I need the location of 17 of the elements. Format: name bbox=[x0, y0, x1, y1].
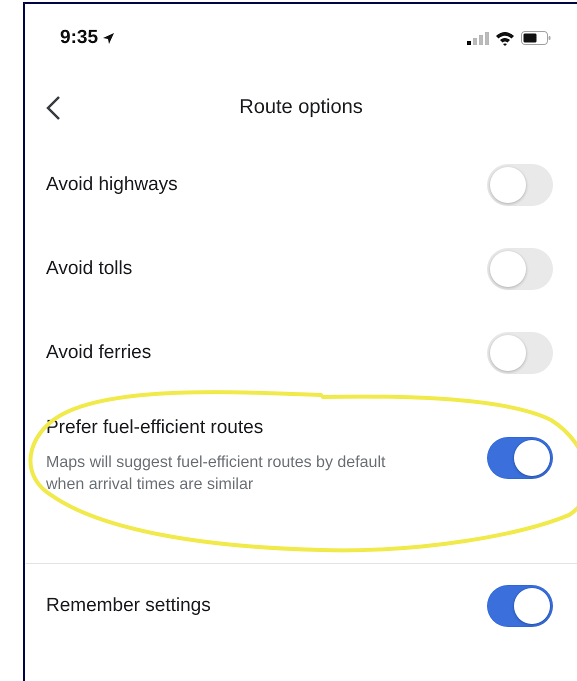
screen-title: Route options bbox=[239, 96, 363, 119]
toggle-switch[interactable] bbox=[487, 164, 553, 206]
wifi-icon bbox=[495, 30, 515, 46]
toggle-switch[interactable] bbox=[487, 585, 553, 627]
setting-label: Remember settings bbox=[46, 595, 212, 617]
status-time: 9:35 bbox=[60, 27, 98, 49]
toggle-switch[interactable] bbox=[487, 248, 553, 290]
setting-label: Avoid ferries bbox=[46, 342, 152, 364]
battery-icon bbox=[521, 31, 551, 45]
setting-label: Avoid tolls bbox=[46, 258, 134, 280]
location-arrow-icon bbox=[102, 32, 116, 44]
setting-description: Maps will suggest fuel-efficient routes by default when arrival times are similar bbox=[46, 453, 386, 495]
toggle-switch[interactable] bbox=[487, 437, 553, 479]
back-icon[interactable] bbox=[45, 95, 61, 121]
toggle-switch[interactable] bbox=[487, 332, 553, 374]
setting-label: Avoid highways bbox=[46, 174, 179, 196]
signal-icon bbox=[467, 32, 489, 44]
